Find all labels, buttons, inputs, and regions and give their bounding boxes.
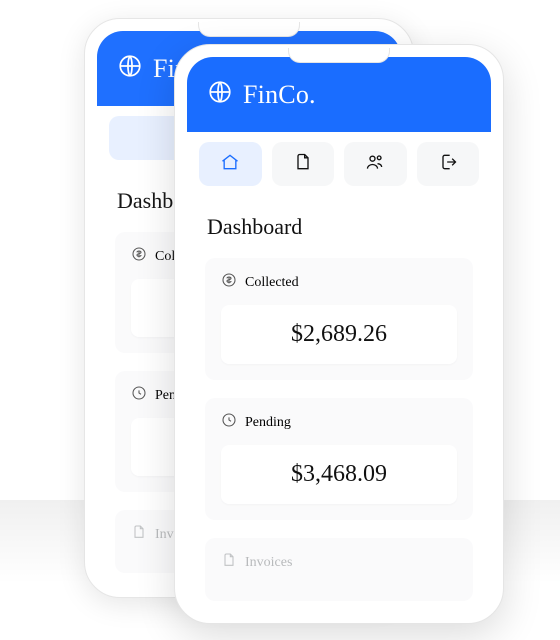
logout-icon — [438, 152, 458, 177]
globe-icon — [207, 79, 233, 110]
nav-logout[interactable] — [417, 142, 480, 186]
users-icon — [364, 152, 386, 177]
app-header: FinCo. — [187, 57, 491, 132]
document-icon — [131, 524, 147, 545]
nav-home[interactable] — [199, 142, 262, 186]
screen: FinCo. Dashboard Collected — [187, 57, 491, 611]
nav-documents[interactable] — [272, 142, 335, 186]
nav-users[interactable] — [344, 142, 407, 186]
clock-icon — [131, 385, 147, 406]
document-icon — [293, 152, 313, 177]
card-collected: Collected $2,689.26 — [205, 258, 473, 380]
card-label: Invoices — [245, 555, 292, 571]
card-label: Pending — [245, 415, 291, 431]
page-title: Dashboard — [207, 214, 473, 240]
dollar-icon — [131, 246, 147, 267]
card-label: Collected — [245, 275, 299, 291]
dollar-icon — [221, 272, 237, 293]
phone-mockup-front: FinCo. Dashboard Collected — [174, 44, 504, 624]
card-pending: Pending $3,468.09 — [205, 398, 473, 520]
card-invoices: Invoices — [205, 538, 473, 601]
nav-row — [187, 132, 491, 196]
clock-icon — [221, 412, 237, 433]
card-value: $2,689.26 — [221, 305, 457, 364]
content: Dashboard Collected $2,689.26 Pending $3… — [187, 196, 491, 611]
card-value: $3,468.09 — [221, 445, 457, 504]
document-icon — [221, 552, 237, 573]
home-icon — [220, 152, 240, 177]
app-title: FinCo. — [243, 80, 316, 110]
globe-icon — [117, 53, 143, 84]
